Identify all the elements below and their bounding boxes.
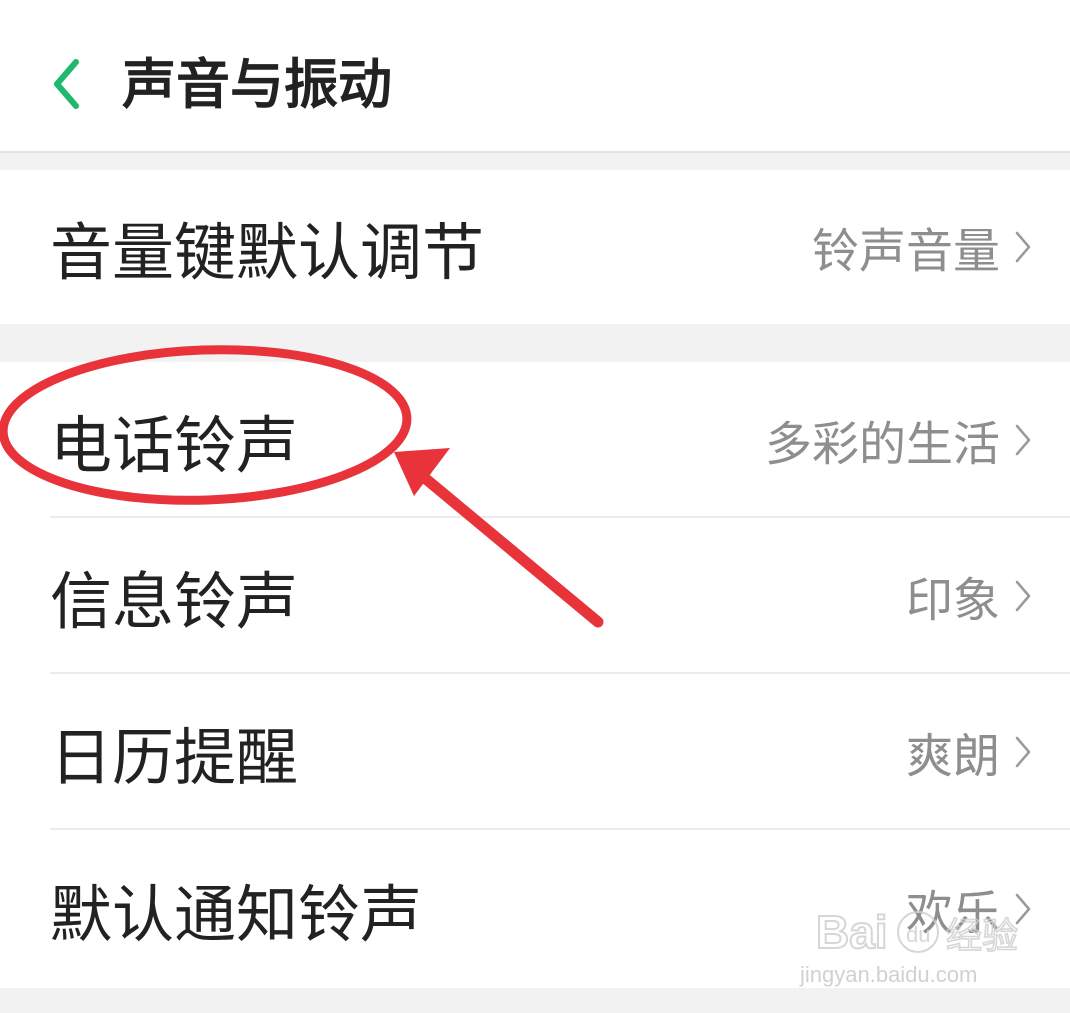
settings-row-value: 多彩的生活	[765, 417, 1000, 473]
settings-row-value: 印象	[906, 573, 1000, 629]
ringtone-settings-group: 电话铃声 多彩的生活 信息铃声 印象 日历提醒 爽朗 默认通知铃声 欢乐	[0, 362, 1070, 988]
chevron-right-icon	[1015, 424, 1031, 456]
page-title: 声音与振动	[122, 53, 392, 116]
settings-row-label: 默认通知铃声	[50, 878, 423, 951]
settings-row-label: 日历提醒	[50, 721, 299, 794]
chevron-right-icon	[1015, 736, 1031, 768]
top-app-bar: 声音与振动	[0, 0, 1070, 153]
volume-settings-group: 音量键默认调节 铃声音量	[0, 170, 1070, 324]
chevron-right-icon	[1015, 580, 1031, 612]
back-button[interactable]	[36, 48, 96, 120]
settings-row-phone-ringtone[interactable]: 电话铃声 多彩的生活	[0, 362, 1070, 518]
chevron-right-icon	[1015, 893, 1031, 925]
settings-row-label: 音量键默认调节	[50, 216, 485, 289]
sound-vibration-screen: 声音与振动 音量键默认调节 铃声音量 电话铃声 多彩的生活 信息铃声 印象 日历…	[0, 0, 1070, 1013]
settings-row-default-notification[interactable]: 默认通知铃声 欢乐	[0, 830, 1070, 988]
settings-row-value: 爽朗	[906, 729, 1000, 785]
settings-row-calendar-reminder[interactable]: 日历提醒 爽朗	[0, 674, 1070, 830]
settings-row-label: 电话铃声	[50, 409, 299, 482]
settings-row-message-ringtone[interactable]: 信息铃声 印象	[0, 518, 1070, 674]
settings-row-volume-key[interactable]: 音量键默认调节 铃声音量	[0, 170, 1070, 324]
chevron-right-icon	[1015, 231, 1031, 263]
settings-row-value: 欢乐	[906, 886, 1000, 942]
settings-row-value: 铃声音量	[812, 224, 1000, 280]
chevron-left-icon	[54, 59, 79, 109]
settings-row-label: 信息铃声	[50, 565, 299, 638]
